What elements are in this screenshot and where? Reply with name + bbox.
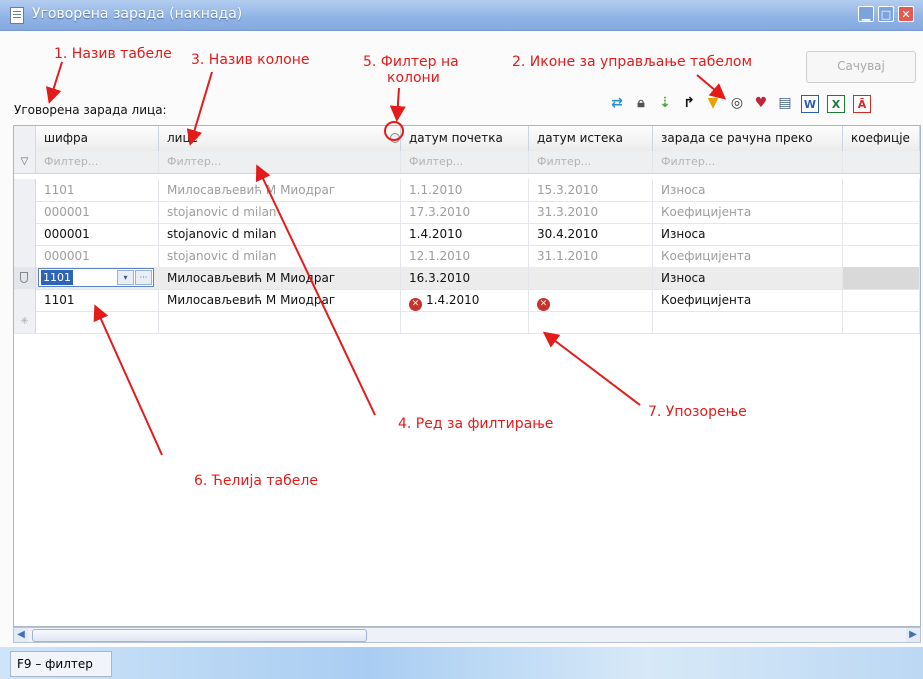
- arrow-filter-row: [255, 164, 376, 416]
- main-window: Уговорена зарада (накнада) ▁ □ ✕ Сачувај…: [0, 0, 923, 679]
- annotation-column-filter-line2: колони: [387, 70, 440, 86]
- arrow-table-title: [45, 61, 63, 104]
- annotation-table-cell: 6. Ћелија табеле: [194, 473, 318, 489]
- annotation-warning: 7. Упозорење: [648, 404, 747, 420]
- arrow-warning: [542, 331, 641, 406]
- arrow-column-name: [186, 71, 213, 146]
- arrow-table-cell: [93, 304, 163, 456]
- arrow-toolbar-icons: [696, 74, 727, 100]
- annotation-column-filter-line1: 5. Филтер на: [363, 54, 459, 70]
- annotation-toolbar-icons: 2. Иконе за управљање табелом: [512, 54, 753, 70]
- filter-highlight-circle: [384, 121, 404, 141]
- annotation-column-name: 3. Назив колоне: [191, 52, 310, 68]
- arrow-column-filter: [389, 87, 406, 122]
- annotation-arrows: [45, 61, 727, 456]
- annotation-table-title: 1. Назив табеле: [54, 46, 172, 62]
- annotation-filter-row: 4. Ред за филтирање: [398, 416, 554, 432]
